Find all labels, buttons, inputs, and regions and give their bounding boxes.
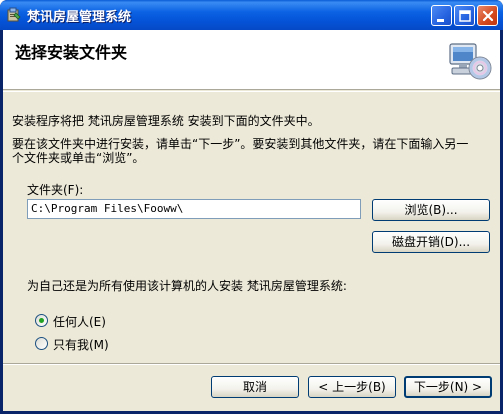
minimize-button[interactable] <box>431 5 452 26</box>
close-icon <box>482 10 494 22</box>
page-title: 选择安装文件夹 <box>15 43 128 62</box>
instruction-text-line2: 个文件夹或单击“浏览”。 <box>12 151 145 165</box>
radio-button-just-me[interactable] <box>35 337 48 350</box>
radio-everyone-label[interactable]: 任何人(E) <box>53 313 106 330</box>
footer-divider-highlight <box>3 364 500 365</box>
radio-just-me-label[interactable]: 只有我(M) <box>53 336 109 353</box>
close-button[interactable] <box>477 5 498 26</box>
header-divider <box>3 91 500 92</box>
maximize-button[interactable] <box>454 5 475 26</box>
installer-app-icon <box>7 7 21 22</box>
dialog-client-area: 选择安装文件夹 安装程序将把 梵讯房屋管理系统 安装到下面的文件夹中。 要在该文… <box>3 30 500 411</box>
maximize-icon <box>459 10 471 22</box>
next-button[interactable]: 下一步(N) > <box>404 376 492 398</box>
intro-text: 安装程序将把 梵讯房屋管理系统 安装到下面的文件夹中。 <box>12 114 320 128</box>
title-bar[interactable]: 梵讯房屋管理系统 <box>0 0 503 30</box>
browse-button[interactable]: 浏览(B)... <box>372 199 490 221</box>
back-button[interactable]: < 上一步(B) <box>308 376 396 398</box>
folder-path-input[interactable]: C:\Program Files\Fooww\ <box>27 199 361 219</box>
cancel-button[interactable]: 取消 <box>211 376 299 398</box>
window-title: 梵讯房屋管理系统 <box>27 10 132 25</box>
wizard-header: 选择安装文件夹 <box>3 30 500 90</box>
minimize-icon <box>437 19 444 22</box>
installer-window: 梵讯房屋管理系统 选择安装文件夹 安装程序将把 梵讯房屋管理系统 安装到下面的文… <box>0 0 503 414</box>
radio-selected-dot <box>39 318 44 323</box>
folder-label: 文件夹(F): <box>27 183 84 197</box>
radio-button-everyone[interactable] <box>35 314 48 327</box>
install-for-question: 为自己还是为所有使用该计算机的人安装 梵讯房屋管理系统: <box>27 279 347 293</box>
disk-cost-button[interactable]: 磁盘开销(D)... <box>372 231 490 253</box>
computer-cd-icon <box>449 43 492 80</box>
